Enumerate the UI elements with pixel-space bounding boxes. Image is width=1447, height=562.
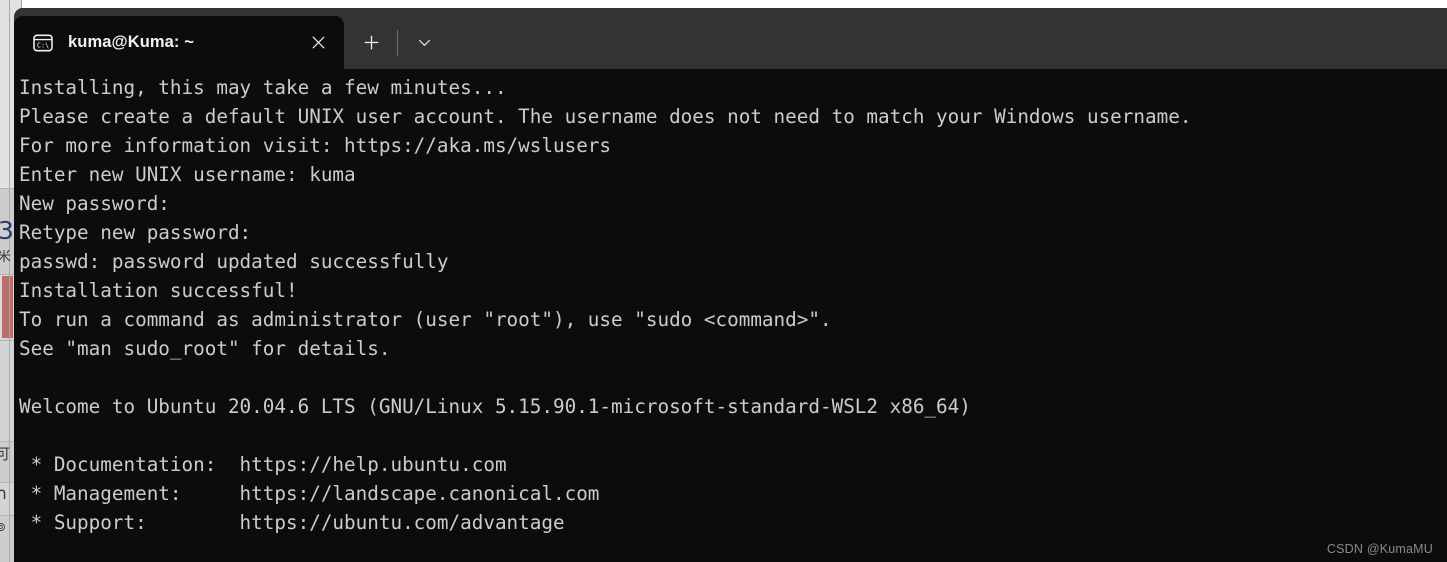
terminal-line: Installing, this may take a few minutes.…: [19, 76, 507, 99]
terminal-line: To run a command as administrator (user …: [19, 308, 832, 331]
background-text-fragment: 可: [0, 447, 11, 462]
command-prompt-icon: C:\: [32, 32, 54, 54]
background-text-fragment: 3: [0, 218, 14, 243]
chevron-down-icon[interactable]: [403, 23, 445, 63]
tab-kuma-kuma[interactable]: C:\ kuma@Kuma: ~: [14, 16, 344, 69]
screenshot-root: 3 米可 h ๏ C:\ kuma@Kuma: ~: [0, 0, 1447, 562]
watermark: CSDN @KumaMU: [1326, 542, 1433, 556]
terminal-window: C:\ kuma@Kuma: ~ Installing, this may ta…: [14, 8, 1447, 562]
new-tab-button[interactable]: [350, 23, 392, 63]
svg-text:C:\: C:\: [37, 41, 49, 49]
close-icon[interactable]: [298, 23, 338, 63]
terminal-line: Retype new password:: [19, 221, 252, 244]
terminal-line: Welcome to Ubuntu 20.04.6 LTS (GNU/Linux…: [19, 395, 971, 418]
terminal-line: * Documentation: https://help.ubuntu.com: [19, 453, 507, 476]
terminal-line: See "man sudo_root" for details.: [19, 337, 391, 360]
background-text-fragment: 米: [0, 250, 11, 264]
terminal-line: Please create a default UNIX user accoun…: [19, 105, 1192, 128]
background-text-fragment: ๏: [0, 518, 6, 534]
terminal-line: * Management: https://landscape.canonica…: [19, 482, 600, 505]
background-vertical-rule: [9, 0, 10, 562]
terminal-output: Installing, this may take a few minutes.…: [19, 73, 1447, 537]
tab-strip: C:\ kuma@Kuma: ~: [14, 8, 1447, 69]
tab-strip-actions: [344, 16, 445, 69]
terminal-line: For more information visit: https://aka.…: [19, 134, 612, 157]
terminal-line: Enter new UNIX username: kuma: [19, 163, 356, 186]
terminal-line: * Support: https://ubuntu.com/advantage: [19, 511, 565, 534]
terminal-line: Installation successful!: [19, 279, 298, 302]
terminal-line: New password:: [19, 192, 170, 215]
terminal-body[interactable]: Installing, this may take a few minutes.…: [14, 69, 1447, 562]
terminal-line: passwd: password updated successfully: [19, 250, 449, 273]
tab-title: kuma@Kuma: ~: [68, 33, 194, 51]
background-text-fragment: h: [0, 486, 7, 503]
tab-strip-separator: [397, 29, 398, 56]
background-highlight-block: [2, 276, 13, 338]
